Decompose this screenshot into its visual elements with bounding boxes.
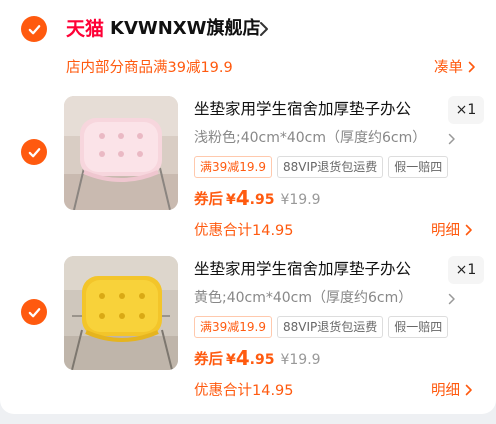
chevron-right-icon [448,133,455,145]
chevron-right-icon [465,224,472,236]
tmall-logo: 天猫 [66,18,105,40]
detail-label: 明细 [431,383,460,399]
discount-total: 优惠合计14.95 [194,383,294,399]
cart-item: 坐垫家用学生宿舍加厚垫子办公 ×1 浅粉色;40cm*40cm（厚度约6cm） … [0,96,496,248]
yellow-seat-cushion-image [64,256,178,370]
item-select-checkbox[interactable] [21,299,47,325]
store-header[interactable]: 天猫 KVWNXW旗舰店 [0,12,496,48]
currency-symbol: ¥ [226,192,236,208]
sku-selector[interactable]: 浅粉色;40cm*40cm（厚度约6cm） [194,128,426,148]
tag-authentic-guarantee: 假一赔四 [388,156,449,178]
tag-authentic-guarantee: 假一赔四 [388,316,449,338]
promo-tags: 满39减19.9 88VIP退货包运费 假一赔四 [194,156,449,178]
add-items-label: 凑单 [434,60,463,76]
cart-item: 坐垫家用学生宿舍加厚垫子办公 ×1 黄色;40cm*40cm（厚度约6cm） 满… [0,256,496,408]
tag-full-reduction: 满39减19.9 [194,156,272,178]
currency-symbol: ¥ [226,352,236,368]
promo-tags: 满39减19.9 88VIP退货包运费 假一赔四 [194,316,449,338]
original-price: ¥19.9 [280,352,321,368]
price-detail-link[interactable]: 明细 [431,381,473,401]
add-items-link[interactable]: 凑单 [434,58,476,78]
price-decimal: .95 [249,352,275,368]
original-price: ¥19.9 [280,192,321,208]
chevron-right-icon [448,293,455,305]
discount-total: 优惠合计14.95 [194,223,294,239]
quantity-button[interactable]: ×1 [448,96,484,124]
store-name[interactable]: KVWNXW旗舰店 [110,16,261,42]
price-detail-link[interactable]: 明细 [431,221,473,241]
product-image[interactable] [64,256,178,370]
chevron-right-icon [468,61,475,73]
store-select-checkbox[interactable] [21,16,47,42]
product-image[interactable] [64,96,178,210]
quantity-button[interactable]: ×1 [448,256,484,284]
price-integer: 4 [235,186,250,210]
checkmark-icon [28,307,40,317]
tag-88vip: 88VIP退货包运费 [277,316,384,338]
price-row: 券后 ¥4.95 ¥19.9 [194,186,321,212]
product-title[interactable]: 坐垫家用学生宿舍加厚垫子办公 [194,98,442,120]
detail-label: 明细 [431,223,460,239]
price-label: 券后 [194,192,223,208]
checkmark-icon [28,24,40,34]
chevron-right-icon [260,22,268,36]
price-integer: 4 [235,346,250,370]
chevron-right-icon [465,384,472,396]
price-decimal: .95 [249,192,275,208]
tag-full-reduction: 满39减19.9 [194,316,272,338]
item-select-checkbox[interactable] [21,139,47,165]
tag-88vip: 88VIP退货包运费 [277,156,384,178]
store-cart-card: 天猫 KVWNXW旗舰店 店内部分商品满39减19.9 凑单 坐垫家用学生宿舍加… [0,0,496,414]
checkmark-icon [28,147,40,157]
pink-seat-cushion-image [64,96,178,210]
store-promo-text: 店内部分商品满39减19.9 [66,60,233,76]
product-title[interactable]: 坐垫家用学生宿舍加厚垫子办公 [194,258,442,280]
sku-selector[interactable]: 黄色;40cm*40cm（厚度约6cm） [194,288,412,308]
price-label: 券后 [194,352,223,368]
price-row: 券后 ¥4.95 ¥19.9 [194,346,321,372]
